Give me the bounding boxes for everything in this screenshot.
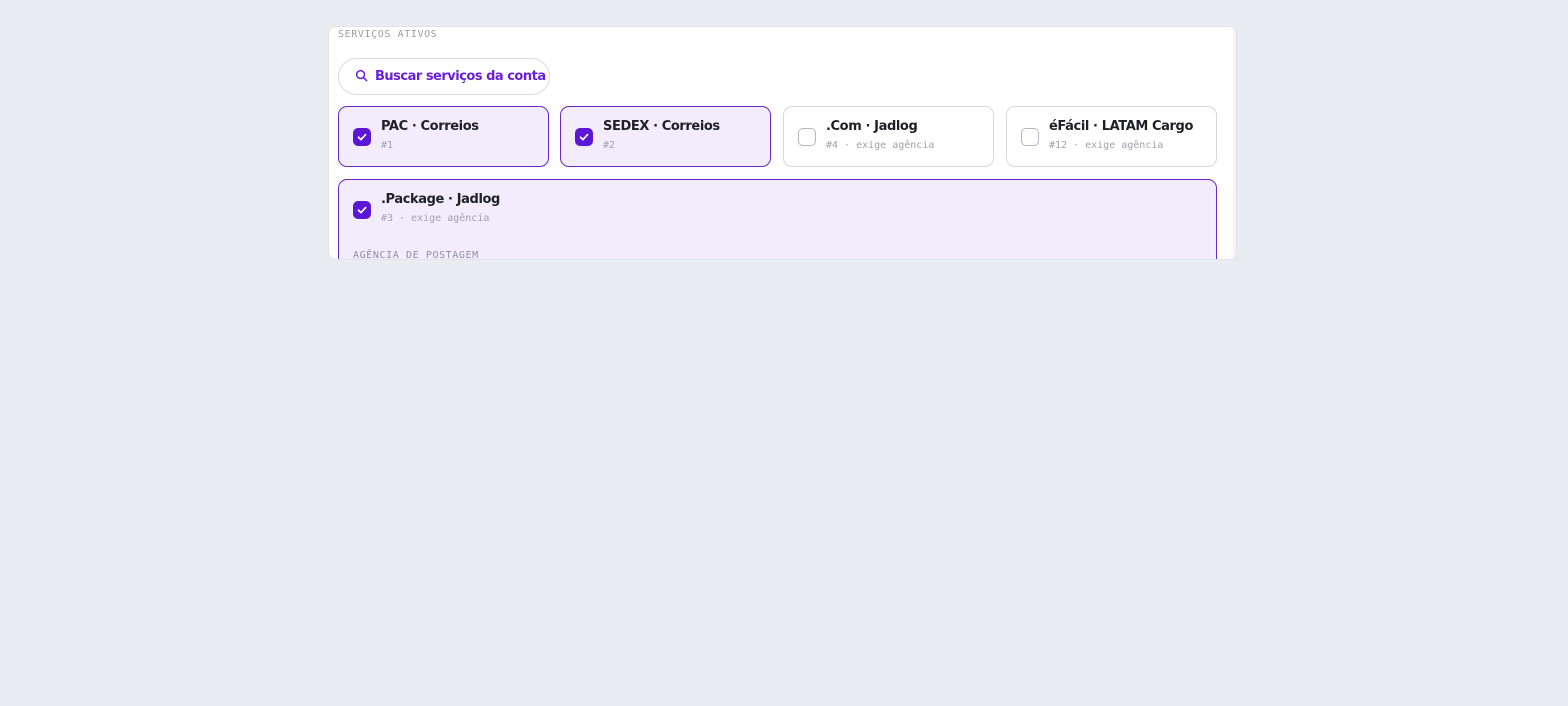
check-icon <box>579 133 589 141</box>
search-icon <box>355 67 375 86</box>
search-services-field[interactable]: Buscar serviços da conta <box>338 58 550 95</box>
service-card-pac[interactable]: PAC · Correios #1 <box>338 106 549 167</box>
service-checkbox[interactable] <box>353 128 371 146</box>
service-checkbox[interactable] <box>353 201 371 219</box>
service-meta: #2 <box>603 140 616 151</box>
service-meta: #3 · exige agência <box>381 213 490 224</box>
search-placeholder: Buscar serviços da conta <box>375 69 546 84</box>
service-card-efacil-latam[interactable]: éFácil · LATAM Cargo #12 · exige agência <box>1006 106 1217 167</box>
agency-label: AGÊNCIA DE POSTAGEM <box>353 250 479 260</box>
service-meta: #4 · exige agência <box>826 140 935 151</box>
check-icon <box>357 133 367 141</box>
service-title: SEDEX · Correios <box>603 119 720 134</box>
check-icon <box>357 206 367 214</box>
service-title: .Package · Jadlog <box>381 192 500 207</box>
service-card-sedex[interactable]: SEDEX · Correios #2 <box>560 106 771 167</box>
service-meta: #1 <box>381 140 394 151</box>
service-title: éFácil · LATAM Cargo <box>1049 119 1193 134</box>
service-card-com-jadlog[interactable]: .Com · Jadlog #4 · exige agência <box>783 106 994 167</box>
service-checkbox[interactable] <box>575 128 593 146</box>
panel-scrollbar[interactable] <box>1233 27 1236 259</box>
service-meta: #12 · exige agência <box>1049 140 1164 151</box>
active-services-panel: SERVIÇOS ATIVOS Buscar serviços da conta… <box>328 26 1237 260</box>
service-title: .Com · Jadlog <box>826 119 918 134</box>
service-checkbox[interactable] <box>1021 128 1039 146</box>
service-card-package-jadlog[interactable]: .Package · Jadlog #3 · exige agência AGÊ… <box>338 179 1217 260</box>
service-title: PAC · Correios <box>381 119 479 134</box>
section-title: SERVIÇOS ATIVOS <box>338 29 438 40</box>
service-checkbox[interactable] <box>798 128 816 146</box>
